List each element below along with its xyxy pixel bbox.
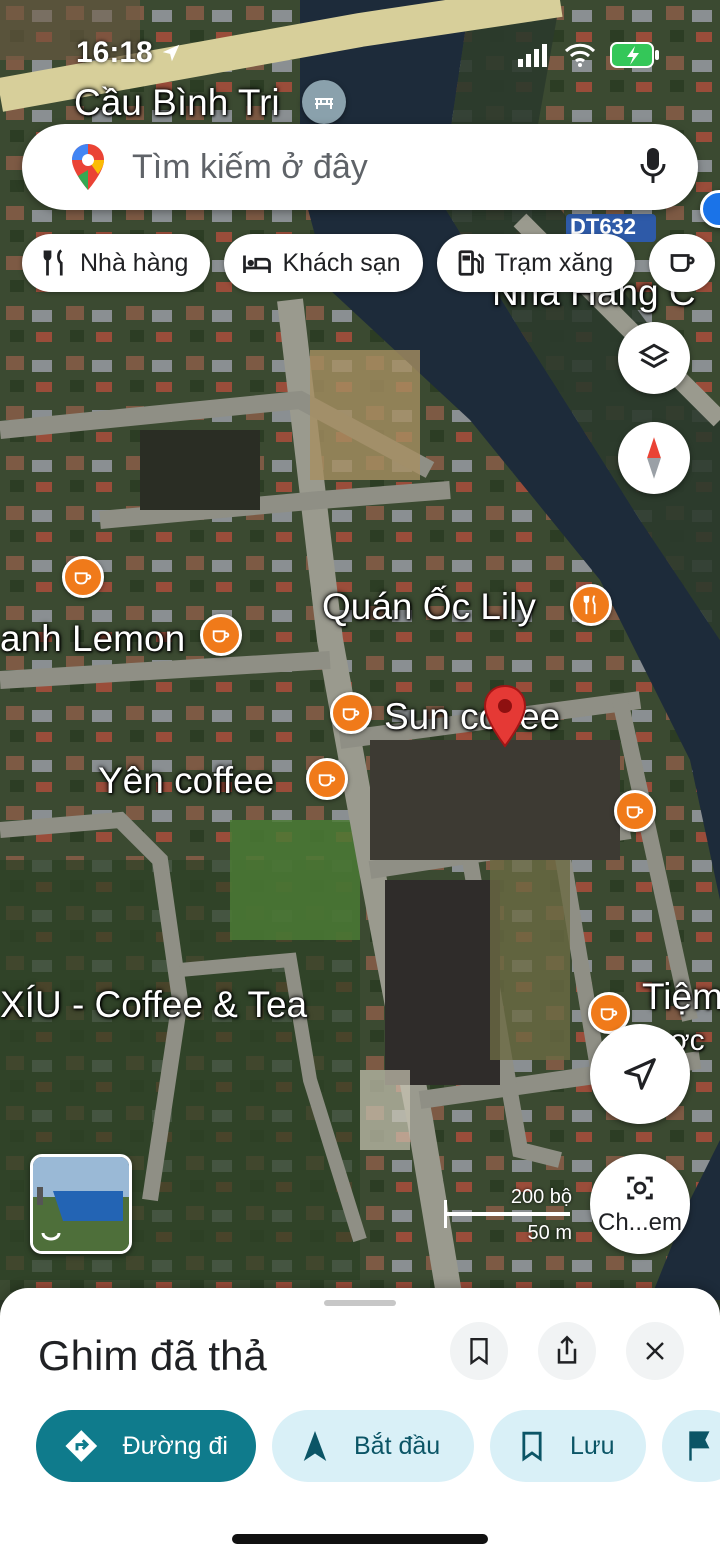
chip-label: Nhà hàng [80, 248, 189, 277]
bookmark-icon [522, 1431, 542, 1462]
microphone-icon[interactable] [638, 146, 668, 191]
save-label: Lưu [570, 1431, 615, 1460]
wifi-icon [564, 43, 596, 72]
cafe-icon[interactable] [62, 556, 104, 598]
poi-label-lemon[interactable]: anh Lemon [0, 618, 185, 660]
home-indicator [232, 1534, 488, 1544]
chip-gas-stations[interactable]: Trạm xăng [436, 234, 636, 292]
street-view-image [33, 1157, 129, 1251]
poi-label-tiem[interactable]: Tiệm [642, 976, 720, 1018]
navigation-arrow-icon [624, 1058, 656, 1090]
layers-icon [638, 343, 670, 369]
start-button[interactable]: Bắt đầu [272, 1410, 474, 1482]
sheet-drag-handle[interactable] [324, 1300, 396, 1306]
share-icon [557, 1335, 577, 1364]
flag-icon [689, 1431, 710, 1461]
directions-button[interactable]: Đường đi [36, 1410, 256, 1482]
cafe-icon[interactable] [330, 692, 372, 734]
poi-label-yen-coffee[interactable]: Yên coffee [98, 760, 274, 802]
sheet-title: Ghim đã thả [38, 1332, 267, 1379]
directions-label: Đường đi [122, 1431, 228, 1460]
chip-hotels[interactable]: Khách sạn [224, 234, 423, 292]
chip-restaurants[interactable]: Nhà hàng [22, 234, 211, 292]
scale-meters: 50 m [527, 1222, 572, 1244]
compass-icon [647, 437, 661, 479]
search-placeholder[interactable]: Tìm kiếm ở đây [132, 148, 368, 187]
cafe-icon[interactable] [200, 614, 242, 656]
road-label-cau-binh-tri[interactable]: Cầu Bình Tri [74, 82, 280, 124]
my-location-button[interactable] [590, 1024, 690, 1124]
fork-knife-icon [43, 249, 63, 276]
poi-label-xiu[interactable]: XÍU - Coffee & Tea [0, 984, 307, 1026]
close-icon [646, 1342, 664, 1360]
gas-station-icon [458, 250, 484, 276]
chip-label: Khách sạn [282, 248, 401, 277]
layers-button[interactable] [618, 322, 690, 394]
bridge-icon [302, 80, 346, 124]
chip-more[interactable] [649, 234, 716, 292]
camera-icon [627, 1176, 653, 1200]
navigation-arrow-icon [303, 1431, 327, 1461]
category-chips: Nhà hàng Khách sạn Trạm xăng [22, 234, 716, 292]
bookmark-icon [470, 1338, 488, 1366]
more-action-button[interactable] [662, 1410, 720, 1482]
action-buttons: Đường đi Bắt đầu Lưu [36, 1410, 720, 1482]
maps-logo-icon [70, 142, 106, 197]
status-time: 16:18 [76, 36, 153, 69]
restaurant-icon[interactable] [570, 584, 612, 626]
chip-label: Trạm xăng [494, 248, 614, 277]
battery-charging-icon [610, 42, 660, 73]
bed-icon [243, 255, 272, 273]
scale-bar [444, 1212, 570, 1216]
search-bar[interactable]: Tìm kiếm ở đây [22, 124, 698, 210]
satellite-map[interactable]: DT632 Cầu Bình Tri Nhà Hàng C Quán Ốc Li… [0, 0, 720, 1300]
scale-feet: 200 bộ [510, 1186, 572, 1208]
start-label: Bắt đầu [354, 1431, 441, 1460]
dropped-pin-icon[interactable] [482, 684, 528, 755]
coffee-cup-icon [670, 254, 695, 272]
cafe-icon[interactable] [614, 790, 656, 832]
location-arrow-icon [160, 42, 182, 69]
cafe-icon[interactable] [306, 758, 348, 800]
signal-icon [516, 43, 550, 72]
save-button[interactable]: Lưu [490, 1410, 646, 1482]
share-button[interactable] [538, 1322, 596, 1380]
camera-button[interactable]: Ch...em [590, 1154, 690, 1254]
status-bar: 16:18 [0, 34, 720, 74]
compass-button[interactable] [618, 422, 690, 494]
directions-icon [65, 1430, 98, 1462]
street-view-thumbnail[interactable] [30, 1154, 132, 1254]
poi-label-quan-oc-lily[interactable]: Quán Ốc Lily [322, 586, 536, 628]
camera-label: Ch...em [597, 1209, 683, 1236]
poi-label-sun-coffee[interactable]: Sun coffee [384, 696, 560, 738]
close-button[interactable] [626, 1322, 684, 1380]
place-sheet[interactable]: Ghim đã thả Đường đi Bắt đầu Lưu [0, 1288, 720, 1560]
save-bookmark-button[interactable] [450, 1322, 508, 1380]
